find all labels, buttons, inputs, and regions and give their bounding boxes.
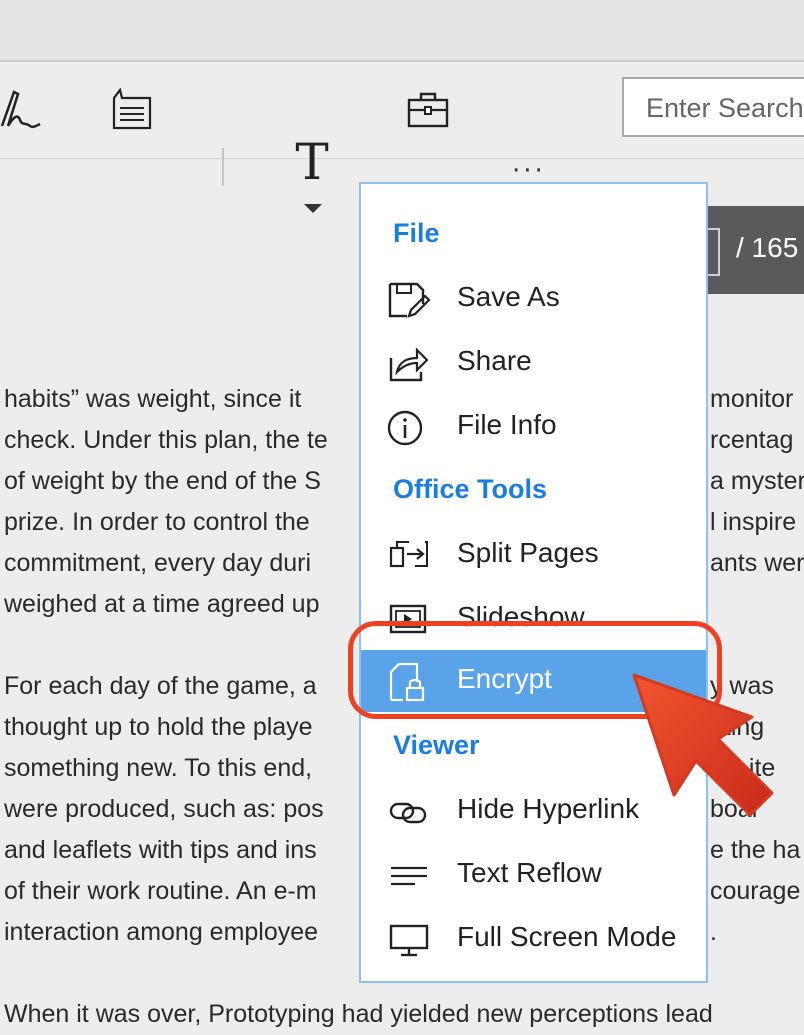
line-text-right: e the ha [710, 836, 801, 864]
reflow-icon [391, 866, 427, 886]
line-text-left: commitment, every day duri [4, 549, 312, 577]
menu-item-label: Save As [457, 281, 560, 312]
menu-item-label: Text Reflow [457, 857, 602, 888]
signature-icon[interactable] [0, 86, 44, 134]
line-text-left: weighed at a time agreed up [4, 590, 320, 618]
menu-item-full-screen-mode[interactable]: Full Screen Mode [361, 908, 706, 970]
menu-item-label: Hide Hyperlink [457, 793, 640, 824]
note-icon[interactable] [108, 88, 156, 132]
line-text-left: of their work routine. An e-m [4, 877, 317, 905]
menu-item-text-reflow[interactable]: Text Reflow [361, 844, 706, 906]
search-input[interactable] [644, 89, 804, 127]
menu-item-split-pages[interactable]: Split Pages [361, 524, 706, 586]
line-text-left: and leaflets with tips and ins [4, 836, 317, 864]
menu-item-label: Full Screen Mode [457, 921, 677, 952]
line-text-right: ants wer [710, 549, 804, 577]
line-text-left: of weight by the end of the S [4, 467, 321, 495]
page-navigator: / 165 [706, 206, 804, 294]
menu-item-share[interactable]: Share [361, 332, 706, 394]
split-pages-icon [389, 541, 428, 568]
search-box[interactable] [622, 77, 804, 137]
line-text-left: interaction among employee [4, 918, 319, 946]
menu-section-file: File [393, 218, 440, 248]
pointer-arrow-icon [632, 673, 774, 817]
menu-item-label: File Info [457, 409, 557, 440]
chevron-down-icon[interactable] [304, 204, 322, 213]
line-text-right: . [710, 918, 717, 946]
line-text-left: thought up to hold the playe [4, 713, 313, 741]
line-text-right: monitor [710, 385, 794, 413]
menu-item-save-as[interactable]: Save As [361, 268, 706, 330]
line-text-right: l inspire [710, 508, 797, 536]
share-icon [389, 347, 429, 382]
link-icon [389, 802, 427, 824]
page-number-input[interactable] [706, 228, 720, 276]
info-icon [387, 410, 423, 446]
briefcase-icon[interactable] [406, 90, 450, 130]
menu-item-label: Share [457, 345, 532, 376]
line-text-right: rcentag [710, 426, 794, 454]
line-text-left: check. Under this plan, the te [4, 426, 328, 454]
line-text-right: a myster [710, 467, 804, 495]
line-text-left: prize. In order to control the [4, 508, 310, 536]
line-text-left: were produced, such as: pos [4, 795, 324, 823]
menu-section-viewer: Viewer [393, 730, 480, 760]
menu-item-file-info[interactable]: File Info [361, 396, 706, 458]
title-bar [0, 0, 804, 62]
save-as-icon [388, 282, 431, 318]
line-text-right: courage [710, 877, 801, 905]
document-line: When it was over, Prototyping had yielde… [4, 1000, 713, 1028]
line-text-left: habits” was weight, since it [4, 385, 302, 413]
menu-section-office-tools: Office Tools [393, 474, 548, 504]
toolbar-separator [222, 148, 224, 186]
page-total: / 165 [736, 232, 799, 263]
line-text-left: For each day of the game, a [4, 672, 317, 700]
menu-item-label: Split Pages [457, 537, 599, 568]
monitor-icon [389, 924, 429, 957]
line-text-left: something new. To this end, [4, 754, 313, 782]
text-icon[interactable]: T [292, 134, 332, 190]
more-menu: File Save As Share File Info Office Tool… [359, 182, 708, 983]
